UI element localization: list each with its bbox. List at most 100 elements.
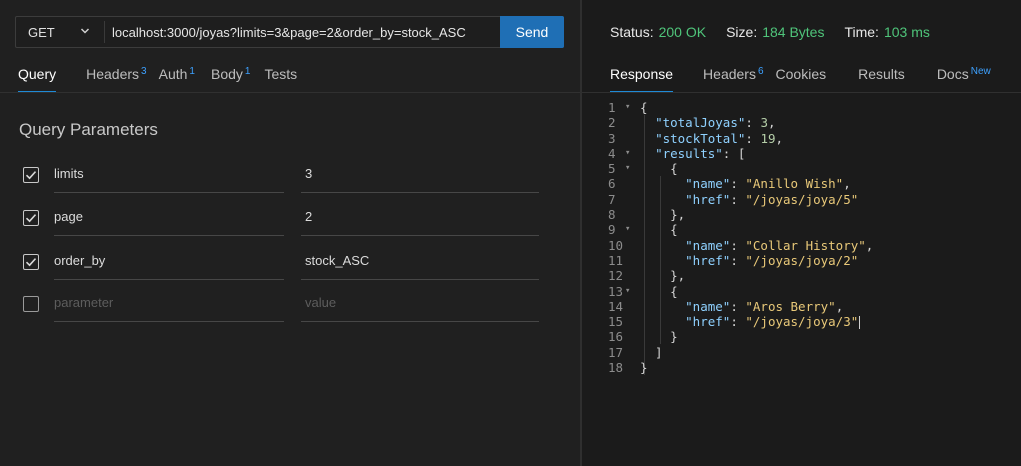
tab-body[interactable]: Body 1 (211, 66, 250, 92)
param-value-input[interactable]: value (305, 295, 535, 310)
tab-cookies[interactable]: Cookies (776, 66, 827, 92)
param-key-input[interactable]: parameter (54, 295, 284, 310)
divider (54, 321, 284, 322)
response-pane: Status: 200 OK Size: 184 Bytes Time: 103… (582, 0, 1021, 466)
tabs-divider (582, 92, 1021, 93)
method-select[interactable]: GET (16, 17, 97, 47)
code-line: 13 ▾ { (582, 284, 1021, 299)
param-enabled-checkbox[interactable] (23, 296, 39, 312)
code-text: "href": "/joyas/joya/5" (640, 192, 858, 207)
divider (301, 235, 539, 236)
param-key-input[interactable]: limits (54, 166, 284, 181)
json-punctuation: } (640, 360, 648, 376)
code-text: { (640, 100, 648, 115)
response-body-editor[interactable]: 1 ▾{2 "totalJoyas": 3, 3 "stockTotal": 19,… (582, 100, 1021, 375)
request-pane: GET localhost:3000/joyas?limits=3&page=2… (0, 0, 580, 466)
fold-toggle-icon[interactable]: ▾ (625, 222, 630, 237)
param-value-input[interactable]: 3 (305, 166, 535, 181)
line-number: 6 (608, 176, 616, 192)
param-value-input[interactable]: 2 (305, 209, 535, 224)
line-number: 11 (608, 252, 624, 268)
param-enabled-checkbox[interactable] (23, 210, 39, 226)
line-number: 12 (608, 268, 624, 284)
param-enabled-checkbox[interactable] (23, 167, 39, 183)
code-text: "href": "/joyas/joya/2" (640, 253, 858, 268)
line-number: 5 (608, 161, 616, 177)
json-punctuation: : (745, 130, 761, 146)
param-row: limits 3 (0, 154, 580, 194)
param-enabled-checkbox[interactable] (23, 254, 39, 270)
json-key: "href" (685, 252, 731, 268)
line-number: 4 (608, 145, 616, 161)
line-number: 15 (608, 314, 624, 330)
code-line: 4 ▾ "results": [ (582, 146, 1021, 161)
line-number: 2 (608, 115, 616, 131)
tab-response[interactable]: Response (610, 66, 674, 93)
tab-label: Body (210, 66, 243, 82)
json-string: "/joyas/joya/3" (745, 314, 859, 330)
response-tabs: Response Headers 6 Cookies Results Docs Ne… (610, 66, 1009, 93)
json-punctuation (640, 115, 655, 130)
line-number: 7 (608, 191, 616, 207)
url-input[interactable]: localhost:3000/joyas?limits=3&page=2&ord… (112, 17, 504, 47)
divider (54, 279, 284, 280)
line-number: 8 (608, 207, 616, 223)
fold-toggle-icon[interactable]: ▾ (625, 146, 630, 161)
code-text: "name": "Anillo Wish", (640, 176, 851, 191)
json-punctuation: : (730, 237, 746, 253)
tab-response-headers[interactable]: Headers 6 (703, 66, 763, 92)
code-text: "stockTotal": 19, (640, 131, 783, 146)
json-punctuation (640, 192, 685, 207)
tab-docs[interactable]: Docs New (937, 66, 991, 92)
code-text: { (640, 222, 678, 237)
tab-label: Auth (158, 66, 188, 82)
tab-tests[interactable]: Tests (264, 66, 297, 92)
tab-badge: New (970, 66, 991, 77)
json-punctuation: , (767, 115, 776, 131)
code-line: 15 "href": "/joyas/joya/3" (582, 314, 1021, 330)
param-value-input[interactable]: stock_ASC (305, 253, 535, 268)
json-punctuation: : (730, 176, 746, 192)
code-line: 3 "stockTotal": 19, (582, 131, 1021, 146)
line-number: 3 (608, 130, 616, 146)
tab-query[interactable]: Query (18, 66, 57, 93)
line-number: 16 (608, 329, 624, 345)
code-line: 11 "href": "/joyas/joya/2" (582, 253, 1021, 268)
json-string: "/joyas/joya/5" (745, 191, 859, 207)
line-number: 1 (608, 100, 616, 115)
param-key-input[interactable]: page (54, 209, 284, 224)
fold-toggle-icon[interactable]: ▾ (625, 284, 630, 299)
line-number: 18 (608, 360, 624, 376)
json-punctuation (640, 314, 685, 329)
code-text: }, (640, 268, 685, 283)
json-punctuation: { (640, 283, 678, 299)
tab-auth[interactable]: Auth 1 (159, 66, 195, 92)
divider (301, 321, 539, 322)
code-text: }, (640, 207, 685, 222)
line-number: 10 (608, 237, 624, 253)
tab-badge: 3 (141, 66, 147, 77)
divider (301, 192, 539, 193)
tab-results[interactable]: Results (858, 66, 905, 92)
send-button[interactable]: Send (500, 16, 564, 48)
code-text: "name": "Aros Berry", (640, 299, 843, 314)
param-key-input[interactable]: order_by (54, 253, 284, 268)
fold-toggle-icon[interactable]: ▾ (625, 161, 630, 176)
text-cursor (859, 316, 861, 330)
fold-toggle-icon[interactable]: ▾ (625, 100, 630, 115)
json-punctuation: { (640, 222, 678, 238)
json-punctuation: : (730, 252, 746, 268)
json-number: 19 (760, 130, 776, 146)
tab-badge: 1 (244, 66, 251, 77)
json-key: "stockTotal" (655, 130, 746, 146)
json-number: 3 (760, 115, 768, 131)
response-status-bar: Status: 200 OK Size: 184 Bytes Time: 103… (610, 24, 930, 40)
json-punctuation: : (745, 115, 761, 131)
tab-headers[interactable]: Headers 3 (86, 66, 146, 92)
tab-label: Results (858, 66, 905, 82)
code-line: 12 }, (582, 268, 1021, 283)
time-value: 103 ms (883, 24, 930, 40)
tab-label: Cookies (775, 66, 827, 82)
json-punctuation: : (730, 298, 746, 314)
tab-badge: 1 (189, 66, 195, 77)
